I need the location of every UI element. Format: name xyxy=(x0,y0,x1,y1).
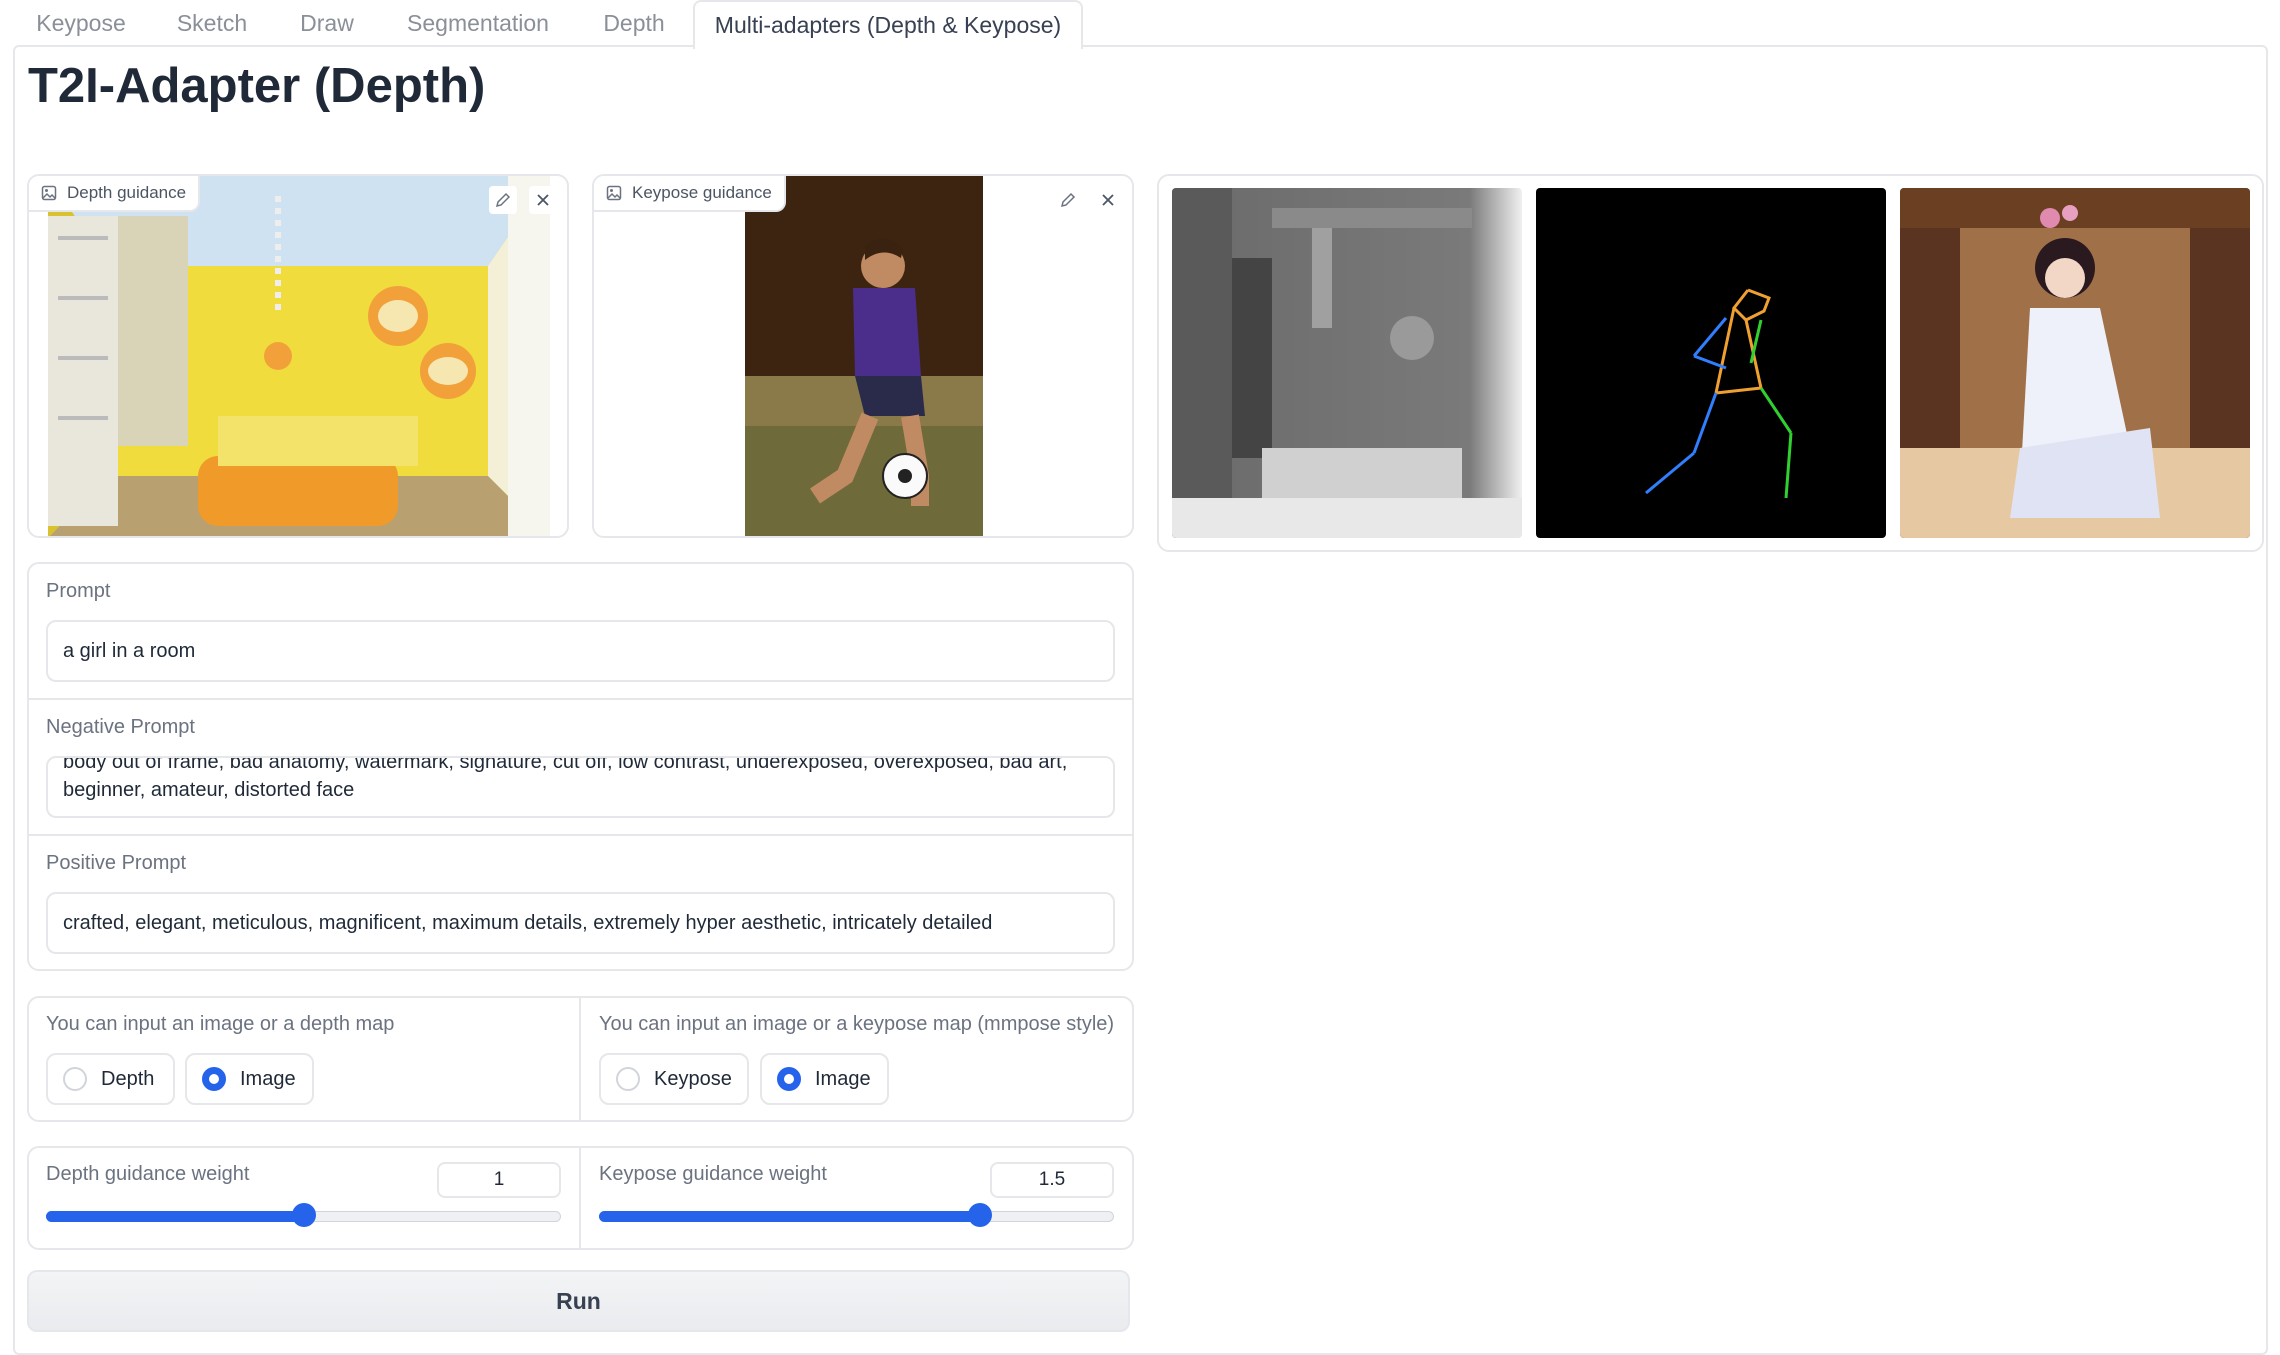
tab-sketch[interactable]: Sketch xyxy=(160,0,264,47)
depth-guidance-image-box[interactable]: Depth guidance xyxy=(27,174,569,538)
pencil-icon xyxy=(1060,192,1076,208)
keypose-guidance-label: Keypose guidance xyxy=(594,176,786,212)
gallery-image-result[interactable] xyxy=(1900,188,2250,538)
radio-keypose-image[interactable]: Image xyxy=(760,1053,889,1105)
prompt-input[interactable]: a girl in a room xyxy=(46,620,1115,682)
radio-depth-image-dot xyxy=(202,1067,226,1091)
radio-depth-image-label: Image xyxy=(240,1067,296,1090)
slider-thumb[interactable] xyxy=(968,1203,993,1227)
slider-thumb[interactable] xyxy=(291,1203,316,1227)
depth-weight-number-input[interactable]: 1 xyxy=(437,1162,561,1198)
run-button[interactable]: Run xyxy=(27,1270,1130,1332)
divider xyxy=(29,834,1132,836)
keypose-input-type-label: You can input an image or a keypose map … xyxy=(599,1013,1115,1035)
tab-bar: Keypose Sketch Draw Segmentation Depth M… xyxy=(0,0,2280,49)
radio-keypose-label: Keypose xyxy=(654,1067,732,1090)
radio-keypose-image-dot xyxy=(777,1067,801,1091)
positive-prompt-input[interactable]: crafted, elegant, meticulous, magnificen… xyxy=(46,892,1115,954)
negative-prompt-line1: body out of frame, bad anatomy, watermar… xyxy=(63,756,1068,773)
edit-keypose-image-button[interactable] xyxy=(1054,186,1082,214)
tab-segmentation[interactable]: Segmentation xyxy=(390,0,566,47)
negative-prompt-label: Negative Prompt xyxy=(46,716,195,738)
radio-keypose-dot xyxy=(616,1067,640,1091)
pencil-icon xyxy=(495,192,511,208)
tab-keypose[interactable]: Keypose xyxy=(20,0,142,47)
keypose-guidance-label-text: Keypose guidance xyxy=(632,183,772,202)
image-icon xyxy=(41,185,57,201)
divider xyxy=(29,698,1132,700)
gallery-image-keypose-map[interactable] xyxy=(1536,188,1886,538)
radio-keypose[interactable]: Keypose xyxy=(599,1053,749,1105)
radio-depth[interactable]: Depth xyxy=(46,1053,175,1105)
gallery-image-depth-map[interactable] xyxy=(1172,188,1522,538)
depth-input-type-label: You can input an image or a depth map xyxy=(46,1013,395,1035)
radio-depth-image[interactable]: Image xyxy=(185,1053,314,1105)
divider xyxy=(579,1148,581,1248)
negative-prompt-input[interactable]: body out of frame, bad anatomy, watermar… xyxy=(46,756,1115,818)
depth-weight-slider[interactable] xyxy=(46,1203,561,1229)
depth-guidance-label-text: Depth guidance xyxy=(67,183,187,202)
page-title: T2I-Adapter (Depth) xyxy=(28,59,486,113)
tab-multi-adapters[interactable]: Multi-adapters (Depth & Keypose) xyxy=(693,0,1083,49)
tab-draw[interactable]: Draw xyxy=(282,0,372,47)
slider-fill xyxy=(46,1211,304,1222)
close-icon xyxy=(537,194,549,206)
radio-depth-label: Depth xyxy=(101,1067,155,1090)
positive-prompt-label: Positive Prompt xyxy=(46,852,187,874)
keypose-weight-number-input[interactable]: 1.5 xyxy=(990,1162,1114,1198)
negative-prompt-line2: beginner, amateur, distorted face xyxy=(63,779,355,801)
keypose-guidance-image-box[interactable]: Keypose guidance xyxy=(592,174,1134,538)
keypose-guidance-image xyxy=(745,176,983,536)
clear-depth-image-button[interactable] xyxy=(529,186,557,214)
depth-weight-label: Depth guidance weight xyxy=(46,1163,250,1185)
clear-keypose-image-button[interactable] xyxy=(1094,186,1122,214)
image-icon xyxy=(606,185,622,201)
radio-depth-dot xyxy=(63,1067,87,1091)
tab-depth[interactable]: Depth xyxy=(584,0,684,47)
depth-guidance-image xyxy=(48,176,550,536)
edit-depth-image-button[interactable] xyxy=(489,186,517,214)
depth-guidance-label: Depth guidance xyxy=(29,176,201,212)
slider-fill xyxy=(599,1211,981,1222)
divider xyxy=(579,998,581,1120)
output-gallery xyxy=(1157,174,2264,552)
close-icon xyxy=(1102,194,1114,206)
keypose-weight-slider[interactable] xyxy=(599,1203,1114,1229)
radio-keypose-image-label: Image xyxy=(815,1067,871,1090)
prompt-label: Prompt xyxy=(46,580,111,602)
keypose-weight-label: Keypose guidance weight xyxy=(599,1163,827,1185)
